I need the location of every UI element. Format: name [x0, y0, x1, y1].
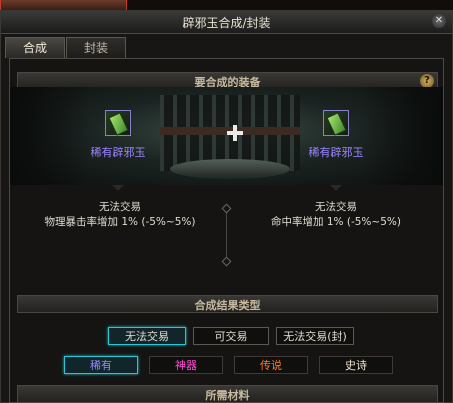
left-notch [112, 185, 124, 191]
plus-icon [227, 125, 243, 141]
result-section-header: 合成结果类型 [17, 295, 438, 313]
right-item-slot[interactable] [323, 110, 349, 136]
right-notch [330, 185, 342, 191]
rarity-option-artifact[interactable]: 神器 [149, 356, 223, 374]
close-icon[interactable]: ✕ [432, 14, 446, 28]
tab-seal[interactable]: 封装 [66, 37, 126, 58]
rarity-option-legendary[interactable]: 传说 [234, 356, 308, 374]
trade-option-untradeable[interactable]: 无法交易 [108, 327, 186, 345]
synthesis-scene: 稀有辟邪玉 稀有辟邪玉 [10, 87, 443, 185]
left-item-name: 稀有辟邪玉 [90, 146, 146, 159]
stats-divider [226, 209, 227, 261]
jade-icon [108, 112, 129, 136]
rarity-option-rare[interactable]: 稀有 [64, 356, 138, 374]
right-item-name: 稀有辟邪玉 [308, 146, 364, 159]
jade-icon [326, 112, 347, 136]
result-section-title: 合成结果类型 [194, 299, 261, 312]
right-item-stats: 无法交易 命中率增加 1% (-5%~5%) [246, 200, 426, 230]
materials-section-header: 所需材料 [17, 385, 438, 403]
right-item-stat: 命中率增加 1% (-5%~5%) [271, 216, 401, 228]
jade-synthesis-window: 辟邪玉合成/封装 ✕ 合成 封装 要合成的装备 ? 稀有辟邪玉 稀有辟邪玉 无法… [0, 10, 453, 403]
tab-synthesis[interactable]: 合成 [5, 37, 65, 58]
left-item-stats: 无法交易 物理暴击率增加 1% (-5%~5%) [30, 200, 210, 230]
left-item-trade: 无法交易 [99, 201, 141, 213]
window-title: 辟邪玉合成/封装 [182, 16, 271, 30]
altar-pedestal [170, 159, 290, 179]
trade-option-sealed[interactable]: 无法交易(封) [276, 327, 354, 345]
trade-option-tradeable[interactable]: 可交易 [193, 327, 269, 345]
left-item-slot[interactable] [105, 110, 131, 136]
synthesis-panel: 要合成的装备 ? 稀有辟邪玉 稀有辟邪玉 无法交易 物理暴击率增加 1% (-5… [9, 58, 444, 403]
scene-shade-left [10, 87, 90, 185]
help-icon[interactable]: ? [420, 74, 434, 88]
left-item-stat: 物理暴击率增加 1% (-5%~5%) [44, 216, 196, 228]
rarity-option-epic[interactable]: 史诗 [319, 356, 393, 374]
right-item-trade: 无法交易 [315, 201, 357, 213]
materials-section-title: 所需材料 [205, 389, 250, 402]
title-bar[interactable]: 辟邪玉合成/封装 ✕ [1, 11, 452, 34]
scene-shade-right [363, 87, 443, 185]
